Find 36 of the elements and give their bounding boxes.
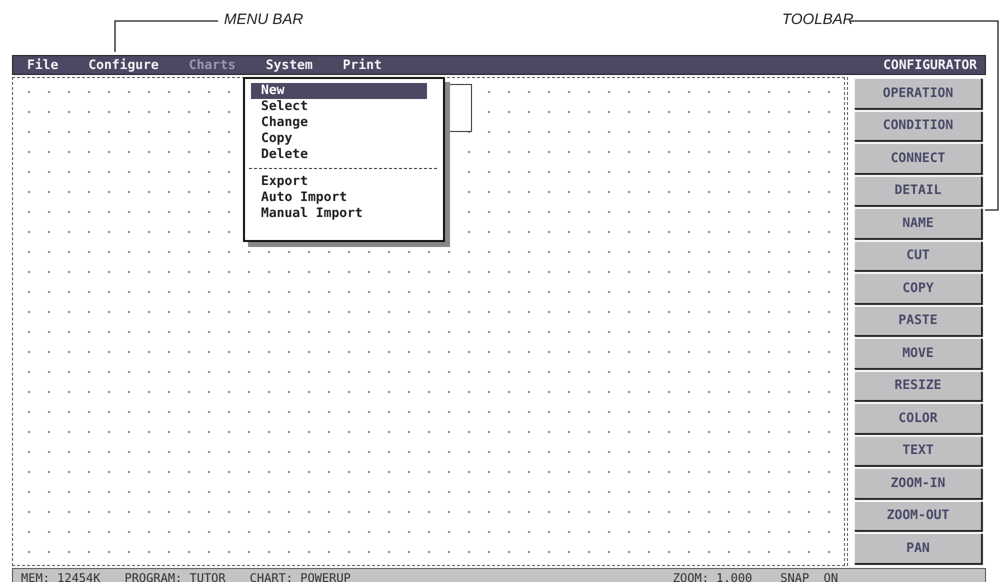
toolbar-button[interactable]: TEXT bbox=[854, 436, 982, 466]
status-field: PROGRAM: TUTOR bbox=[124, 570, 226, 582]
toolbar-button[interactable]: RESIZE bbox=[854, 370, 982, 401]
menu-item[interactable]: Configure bbox=[88, 58, 159, 72]
menu-item[interactable]: Print bbox=[342, 58, 382, 72]
status-field: SNAP ON bbox=[780, 570, 838, 582]
toolbar-button[interactable]: PAN bbox=[854, 533, 982, 564]
toolbar-button[interactable]: COLOR bbox=[854, 403, 982, 434]
menu-item[interactable]: File bbox=[27, 58, 58, 72]
dropdown-item[interactable]: Select bbox=[251, 99, 427, 115]
status-field: ZOOM: 1.000 bbox=[672, 570, 752, 582]
dropdown-item[interactable]: Export bbox=[251, 174, 427, 190]
status-field: CHART: POWERUP bbox=[250, 570, 351, 582]
dropdown-item[interactable]: New bbox=[251, 83, 427, 99]
menu-item[interactable]: Charts bbox=[188, 58, 236, 72]
dropdown-item[interactable]: Copy bbox=[251, 131, 427, 147]
status-field: MEM: 12454K bbox=[21, 570, 100, 582]
dropdown-item[interactable]: Change bbox=[251, 115, 427, 131]
toolbar-button[interactable]: DETAIL bbox=[854, 176, 982, 206]
toolbar-button[interactable]: OPERATION bbox=[854, 78, 982, 108]
callout-label: TOOLBAR bbox=[782, 11, 854, 28]
toolbar-button[interactable]: MOVE bbox=[854, 338, 982, 368]
callout-label: MENU BAR bbox=[224, 11, 304, 28]
toolbar-button[interactable]: PASTE bbox=[854, 306, 982, 336]
toolbar-button[interactable]: ZOOM-OUT bbox=[854, 500, 982, 531]
dropdown-item[interactable]: Manual Import bbox=[251, 206, 427, 222]
toolbar-button[interactable]: NAME bbox=[854, 208, 982, 238]
dropdown-item[interactable]: Auto Import bbox=[251, 190, 427, 206]
menu-item[interactable]: System bbox=[266, 58, 313, 72]
toolbar-button[interactable]: CONNECT bbox=[854, 143, 982, 174]
toolbar-button[interactable]: COPY bbox=[854, 273, 982, 304]
toolbar-button[interactable]: CONDITION bbox=[854, 110, 982, 141]
app-title: CONFIGURATOR bbox=[883, 58, 977, 72]
dropdown-item[interactable]: Delete bbox=[251, 147, 427, 163]
toolbar-button[interactable]: CUT bbox=[854, 240, 982, 271]
toolbar-button[interactable]: ZOOM-IN bbox=[854, 468, 982, 498]
